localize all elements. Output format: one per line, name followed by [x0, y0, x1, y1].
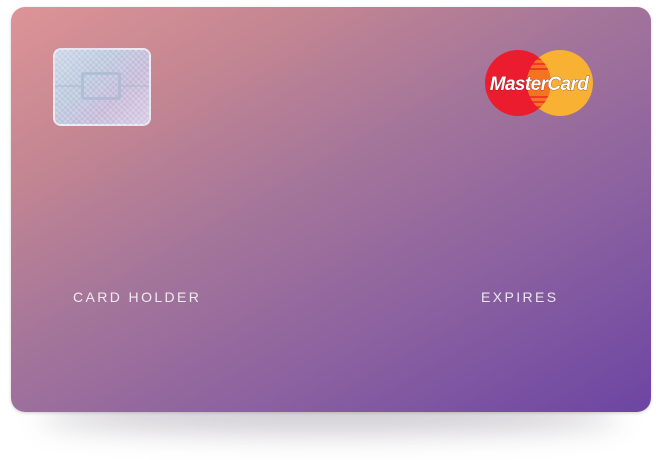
- chip-line: [121, 85, 149, 87]
- expires-label: EXPIRES: [481, 289, 559, 305]
- credit-card: MasterCard CARD HOLDER EXPIRES: [11, 7, 651, 412]
- mastercard-wordmark: MasterCard: [490, 74, 590, 95]
- chip-contact-pad: [81, 72, 121, 100]
- card-holder-label: CARD HOLDER: [73, 289, 202, 305]
- emv-chip-icon: [53, 48, 151, 126]
- chip-line: [55, 85, 81, 87]
- mastercard-logo: MasterCard: [485, 50, 593, 116]
